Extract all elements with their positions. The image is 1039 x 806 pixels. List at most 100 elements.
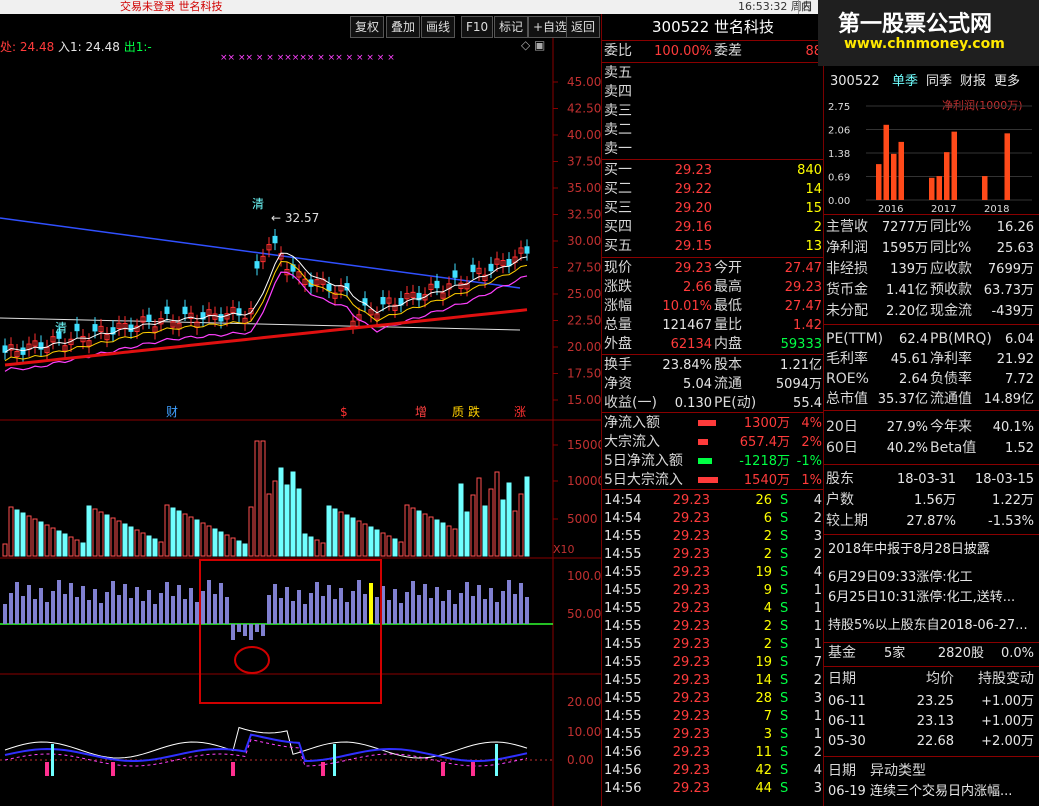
bid-price-1: 29.22 — [674, 182, 712, 197]
volume-bar-87 — [524, 476, 530, 557]
tick-time-11: 14:55 — [604, 691, 642, 706]
f10-tab-1[interactable]: 单季 — [892, 72, 918, 91]
volume-bar-77 — [464, 511, 470, 557]
tick-vol-15: 42 — [755, 763, 772, 778]
f10-tab-3[interactable]: 财报 — [960, 72, 986, 91]
ind1-bar-26 — [159, 593, 163, 624]
tick-time-4: 14:55 — [604, 565, 642, 580]
high-price-label: ← 32.57 — [271, 211, 319, 225]
ind1-bar-74 — [447, 590, 451, 624]
volume-bar-24 — [146, 535, 152, 557]
val-value-3: 35.37亿 — [877, 392, 928, 407]
stat-label2-0: 今开 — [714, 260, 742, 276]
volume-bar-13 — [80, 542, 86, 557]
toolbar-button-0[interactable]: 复权 — [350, 16, 385, 38]
weicha-value: 88 — [805, 44, 822, 59]
ind1-bar-50 — [303, 604, 307, 624]
tick-side-13: S — [780, 727, 789, 742]
tick-side-3: S — [780, 547, 789, 562]
f10-panel: 净利润(1000万) 2.75 2.06 1.38 0.69 0.00 2016 2017 2… — [823, 66, 1039, 806]
stat-label-1: 涨跌 — [604, 279, 632, 295]
tick-price-10: 29.23 — [672, 673, 710, 688]
ind1-bar-73 — [441, 601, 445, 624]
tick-side-12: S — [780, 709, 789, 724]
f10-tab-0[interactable]: 300522 — [830, 72, 880, 91]
holdchg-cell-0-0: 06-11 — [828, 694, 866, 709]
ind1-bar-70 — [423, 584, 427, 624]
f10-tab-4[interactable]: 更多 — [994, 72, 1020, 91]
val-value-2: 2.64 — [899, 372, 928, 387]
price-tick-0: 45.00 — [567, 75, 601, 89]
ind1-bar-87 — [525, 597, 529, 624]
fund-count: 5家 — [884, 646, 906, 661]
ind1-bar-56 — [339, 588, 343, 624]
holder-value2-1: 1.22万 — [992, 493, 1034, 508]
ind1-bar-22 — [135, 587, 139, 624]
ind1-bar-20 — [123, 584, 127, 624]
volume-bar-63 — [380, 532, 386, 557]
tick-price-6: 29.23 — [672, 601, 710, 616]
ind2-sig-red-0 — [45, 762, 49, 776]
volume-bar-41 — [248, 506, 254, 557]
stat-value-2: 10.01% — [662, 299, 712, 314]
news-note-0[interactable]: 2018年中报于8月28日披露 — [828, 540, 990, 559]
ind1-bar-59 — [357, 580, 361, 624]
volume-bar-5 — [32, 518, 38, 557]
ind1-bar-15 — [93, 589, 97, 624]
ind1-bar-9 — [57, 580, 61, 624]
holdchg-head-1: 均价 — [926, 671, 954, 687]
range-label2-1: Beta值 — [930, 440, 977, 456]
stat-label-4: 外盘 — [604, 336, 632, 352]
tick-count-8: 1 — [813, 637, 822, 652]
window-button[interactable]: 内 — [798, 0, 812, 14]
ind1-bar-69 — [417, 595, 421, 624]
ind1-bar-31 — [189, 588, 193, 624]
volume-bar-28 — [170, 507, 176, 557]
toolbar-button-1[interactable]: 叠加 — [386, 16, 421, 38]
ind1-tick-0: 100.0 — [567, 569, 601, 583]
news-note-3[interactable]: 持股5%以上股东自2018-06-27... — [828, 616, 1028, 635]
news-note-2[interactable]: 6月25日10:31涨停:化工,送转... — [828, 588, 1015, 607]
ind1-bar-78 — [471, 596, 475, 624]
range-label-1: 60日 — [826, 440, 858, 456]
tick-price-0: 29.23 — [672, 493, 710, 508]
vol-unit-label: X10 — [553, 543, 575, 556]
profit-bar-6 — [944, 152, 950, 200]
volume-bar-17 — [104, 514, 110, 557]
ind1-bar-39 — [237, 624, 241, 632]
range-value-1: 40.2% — [886, 441, 928, 456]
profit-xtick-0: 2016 — [878, 204, 903, 214]
toolbar-button-4[interactable]: 标记 — [494, 16, 529, 38]
abn-cell-0: 06-19 — [828, 784, 866, 799]
profit-bar-2 — [891, 153, 897, 200]
ind2-sig-red-4 — [441, 762, 445, 776]
watermark-url: www.chnmoney.com — [844, 36, 1005, 52]
val-label-1: 毛利率 — [826, 351, 868, 367]
val-label2-1: 净利率 — [930, 351, 972, 367]
stat-value2-1: 29.23 — [784, 280, 822, 295]
tick-count-2: 3 — [813, 529, 822, 544]
profit-bar-5 — [936, 176, 942, 200]
tick-count-12: 1 — [813, 709, 822, 724]
toolbar-button-6[interactable]: 返回 — [566, 16, 601, 38]
ind1-bar-6 — [39, 588, 43, 624]
stat2-value-0: 23.84% — [662, 358, 712, 373]
fin-value-4: 2.20亿 — [886, 304, 928, 319]
ind1-tick-1: 50.00 — [567, 607, 601, 621]
ind2-tick-1: 10.00 — [567, 725, 601, 739]
tick-price-16: 29.23 — [672, 781, 710, 796]
candle-body-63 — [380, 297, 386, 305]
tick-vol-4: 19 — [755, 565, 772, 580]
volume-bar-78 — [470, 494, 476, 557]
weicha-label: 委差 — [714, 43, 742, 59]
fund-pct: 0.0% — [1000, 646, 1034, 661]
volume-bar-35 — [212, 528, 218, 557]
bid-label-2: 买三 — [604, 200, 632, 216]
news-note-1[interactable]: 6月29日09:33涨停:化工 — [828, 568, 973, 587]
f10-tab-2[interactable]: 同季 — [926, 72, 952, 91]
tick-count-5: 1 — [813, 583, 822, 598]
toolbar-button-2[interactable]: 画线 — [421, 16, 456, 38]
ind1-bar-67 — [405, 592, 409, 624]
tick-side-9: S — [780, 655, 789, 670]
toolbar-button-3[interactable]: F10 — [461, 16, 494, 38]
